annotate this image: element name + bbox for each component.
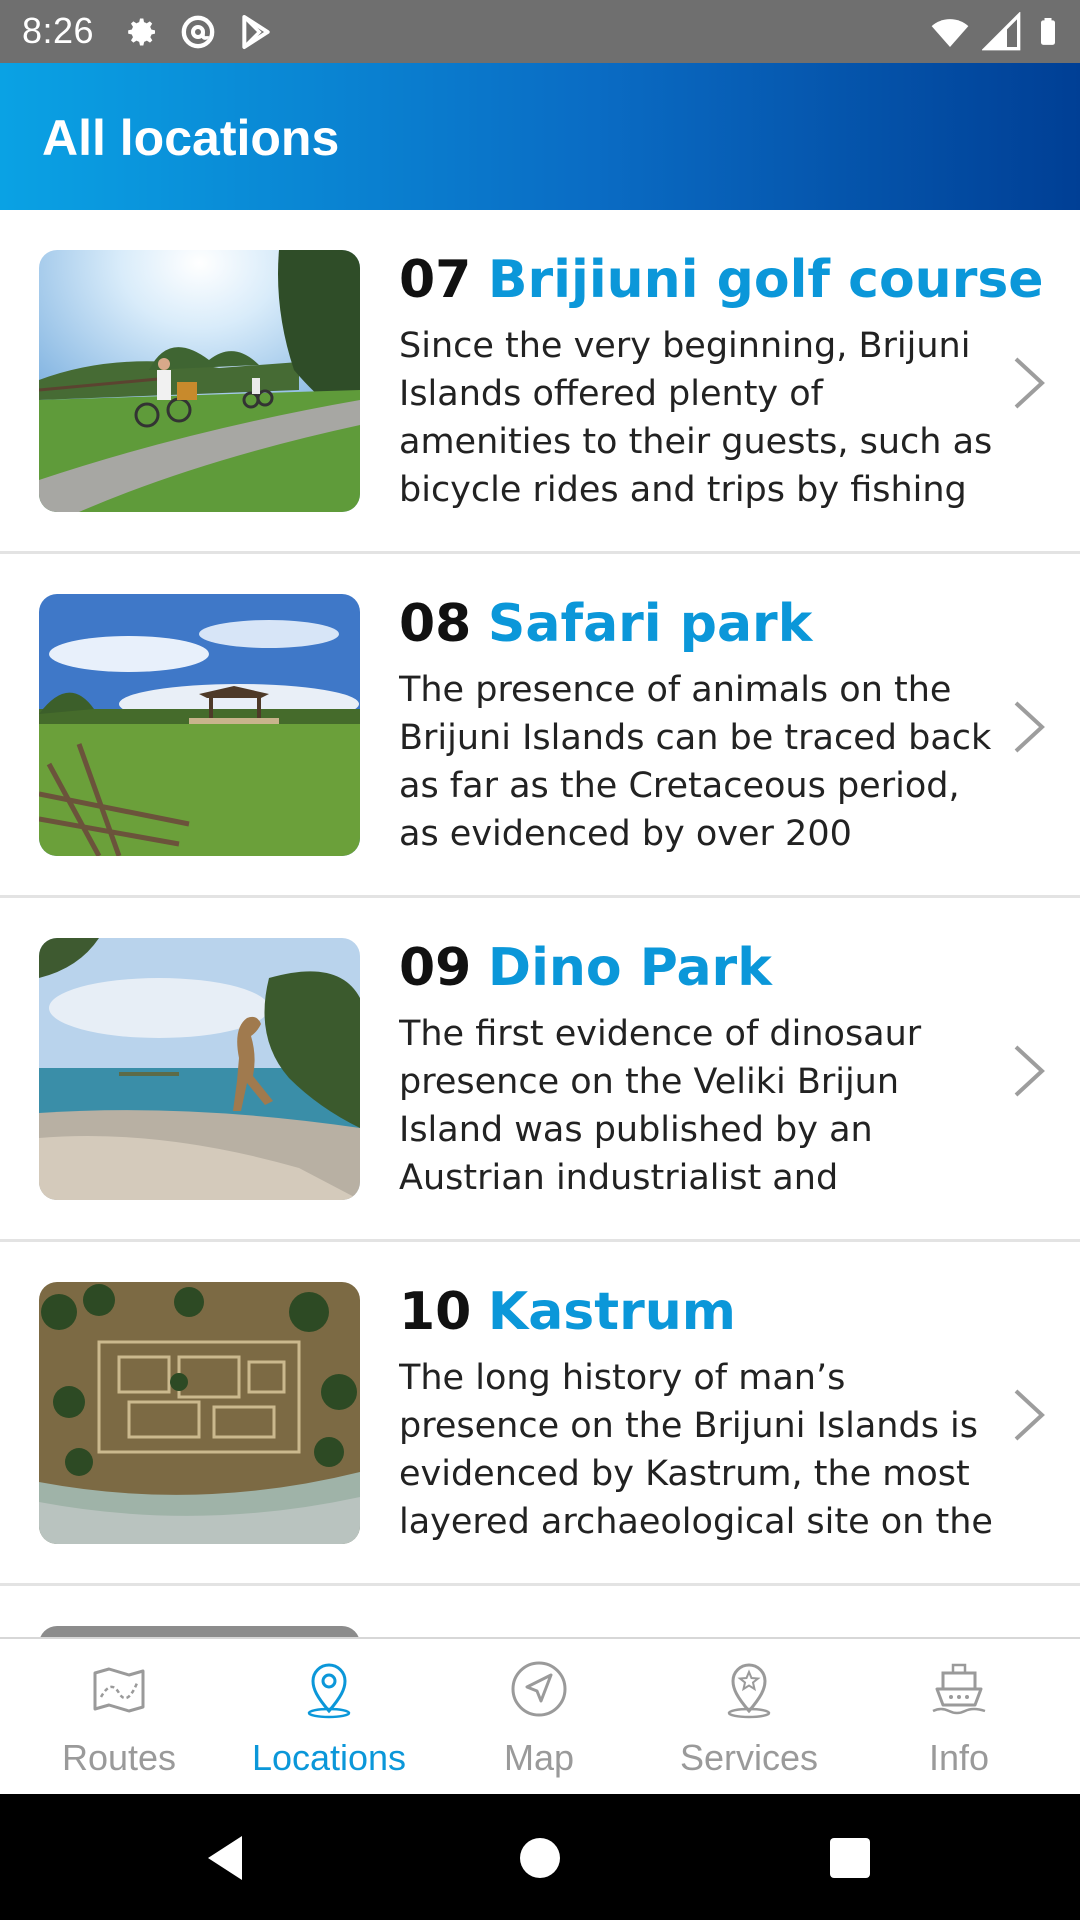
nav-routes[interactable]: Routes bbox=[14, 1639, 224, 1796]
location-title: 07 Brijiuni golf course bbox=[399, 250, 1044, 310]
signal-icon bbox=[982, 12, 1021, 51]
status-time: 8:26 bbox=[22, 10, 95, 51]
nav-label: Routes bbox=[61, 1737, 177, 1778]
location-row-08[interactable]: 08 Safari park The presence of animals o… bbox=[0, 554, 1080, 898]
partial-location-photo bbox=[39, 1626, 360, 1637]
location-name: Kastrum bbox=[487, 1282, 736, 1342]
back-icon[interactable] bbox=[198, 1830, 254, 1886]
location-row-10[interactable]: 10 Kastrum The long history of man’s pre… bbox=[0, 1242, 1080, 1586]
wifi-icon bbox=[931, 19, 969, 47]
navigation-arrow-icon bbox=[511, 1661, 567, 1717]
nav-locations[interactable]: Locations bbox=[224, 1639, 434, 1796]
cyclists-path-photo bbox=[39, 250, 360, 512]
location-name: Brijiuni golf course bbox=[487, 250, 1044, 310]
location-row-partial[interactable] bbox=[0, 1586, 1080, 1637]
location-row-09[interactable]: 09 Dino Park The first evidence of dinos… bbox=[0, 898, 1080, 1242]
recents-icon[interactable] bbox=[822, 1830, 878, 1886]
dinosaur-shore-photo bbox=[39, 938, 360, 1200]
system-navigation-bar bbox=[0, 1794, 1080, 1920]
nav-map[interactable]: Map bbox=[434, 1639, 644, 1796]
nav-label: Locations bbox=[251, 1737, 407, 1778]
status-bar: 8:26 bbox=[0, 0, 1080, 63]
star-pin-icon bbox=[727, 1663, 771, 1719]
bottom-navigation: Routes Locations Map Services Info bbox=[0, 1637, 1080, 1796]
location-number: 09 bbox=[399, 938, 472, 998]
location-name: Dino Park bbox=[487, 938, 772, 998]
chevron-right-icon bbox=[1014, 1389, 1045, 1441]
nav-info[interactable]: Info bbox=[854, 1639, 1064, 1796]
location-pin-icon bbox=[307, 1663, 351, 1719]
location-title: 10 Kastrum bbox=[399, 1282, 736, 1342]
play-store-icon bbox=[242, 15, 270, 49]
nav-services[interactable]: Services bbox=[644, 1639, 854, 1796]
locations-list[interactable]: 07 Brijiuni golf course Since the very b… bbox=[0, 210, 1080, 1637]
chevron-right-icon bbox=[1014, 357, 1045, 409]
battery-icon bbox=[1041, 18, 1055, 45]
location-title: 08 Safari park bbox=[399, 594, 812, 654]
location-description: The long history of man’s presence on th… bbox=[399, 1358, 993, 1542]
gear-icon bbox=[128, 18, 155, 46]
location-name: Safari park bbox=[487, 594, 813, 654]
location-description: The presence of animals on the Brijuni I… bbox=[399, 670, 992, 854]
location-title: 09 Dino Park bbox=[399, 938, 772, 998]
location-description: Since the very beginning, Brijuni Island… bbox=[399, 326, 993, 510]
location-number: 08 bbox=[399, 594, 472, 654]
location-description: The first evidence of dinosaur presence … bbox=[399, 1014, 922, 1198]
location-number: 10 bbox=[399, 1282, 472, 1342]
location-number: 07 bbox=[399, 250, 472, 310]
ship-icon bbox=[932, 1663, 986, 1715]
location-row-07[interactable]: 07 Brijiuni golf course Since the very b… bbox=[0, 210, 1080, 554]
status-system-icons bbox=[930, 12, 1062, 52]
at-sync-icon bbox=[181, 15, 215, 49]
nav-label: Info bbox=[928, 1737, 990, 1778]
map-icon bbox=[93, 1667, 145, 1713]
kastrum-aerial-photo bbox=[39, 1282, 360, 1544]
app-bar: All locations bbox=[0, 63, 1080, 210]
status-notification-icons bbox=[120, 12, 276, 52]
chevron-right-icon bbox=[1014, 1045, 1045, 1097]
chevron-right-icon bbox=[1014, 701, 1045, 753]
page-title: All locations bbox=[42, 110, 340, 166]
nav-label: Services bbox=[679, 1737, 819, 1778]
nav-label: Map bbox=[503, 1737, 575, 1778]
home-icon[interactable] bbox=[512, 1830, 568, 1886]
safari-meadow-photo bbox=[39, 594, 360, 856]
